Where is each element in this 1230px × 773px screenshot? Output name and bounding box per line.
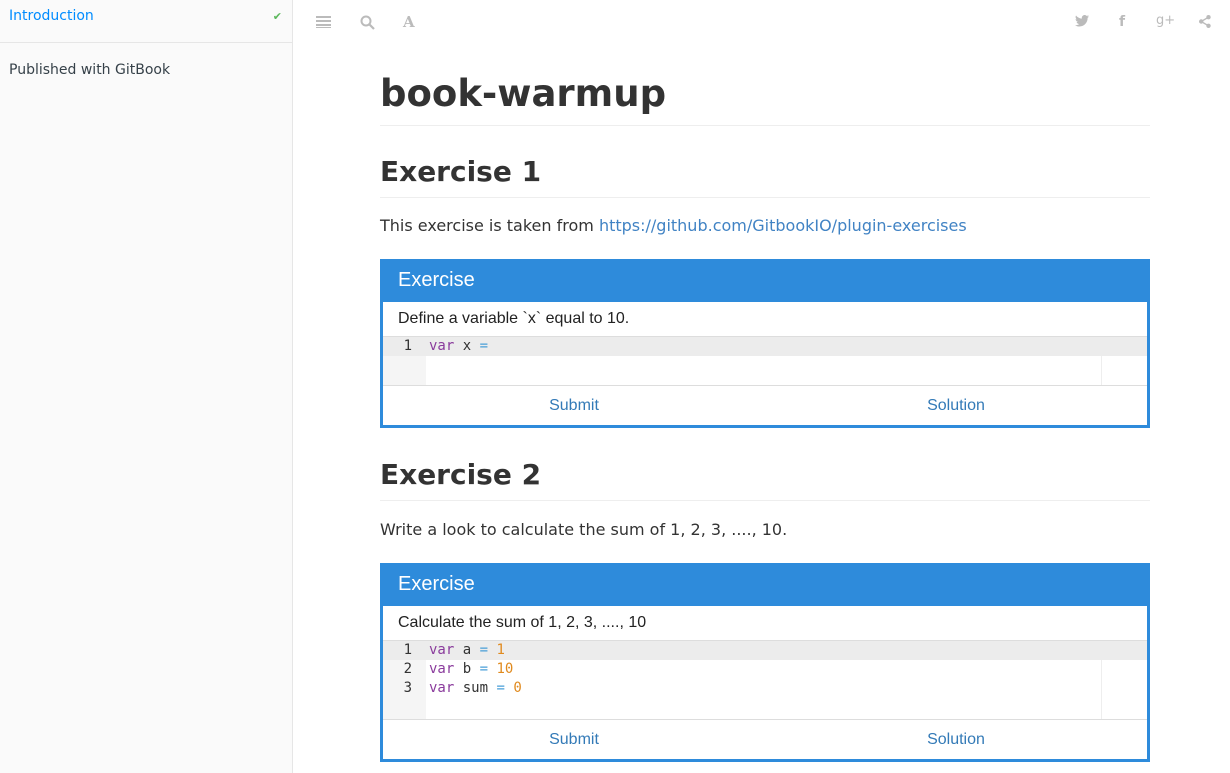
google-plus-icon[interactable]: g+: [1156, 13, 1175, 28]
page-title: book-warmup: [380, 72, 1150, 126]
published-with-gitbook-link[interactable]: Published with GitBook: [9, 62, 170, 78]
search-icon[interactable]: [360, 15, 375, 30]
code-text[interactable]: var sum = 0: [429, 679, 522, 698]
font-settings-icon[interactable]: A: [403, 13, 415, 31]
exercise-box: Exercise Calculate the sum of 1, 2, 3, .…: [380, 563, 1150, 762]
exercise-description: Calculate the sum of 1, 2, 3, ...., 10: [383, 606, 1147, 641]
code-line[interactable]: 1 var a = 1: [383, 641, 1147, 660]
line-number: 1: [403, 642, 412, 658]
exercise-header: Exercise: [383, 259, 1147, 302]
section-text: This exercise is taken from https://gith…: [380, 216, 967, 236]
menu-icon[interactable]: [316, 16, 331, 28]
twitter-icon[interactable]: [1075, 15, 1089, 27]
sidebar: Introduction ✔ Published with GitBook: [0, 0, 293, 773]
line-number: 1: [403, 338, 412, 354]
code-editor[interactable]: 1 var x =: [383, 337, 1147, 385]
line-number: 3: [403, 680, 412, 696]
section-text: Write a look to calculate the sum of 1, …: [380, 520, 788, 539]
submit-button[interactable]: Submit: [383, 386, 765, 425]
code-editor[interactable]: 1 var a = 1 2 var b = 10 3 var sum = 0: [383, 641, 1147, 719]
exercise-header: Exercise: [383, 563, 1147, 606]
exercise-actions: Submit Solution: [383, 385, 1147, 425]
solution-button[interactable]: Solution: [765, 386, 1147, 425]
sidebar-item-label[interactable]: Introduction: [9, 8, 94, 24]
submit-button[interactable]: Submit: [383, 720, 765, 759]
solution-button[interactable]: Solution: [765, 720, 1147, 759]
share-icon[interactable]: [1199, 15, 1211, 28]
check-icon: ✔: [272, 10, 282, 23]
code-line[interactable]: 3 var sum = 0: [383, 679, 1147, 698]
code-line[interactable]: 1 var x =: [383, 337, 1147, 356]
facebook-icon[interactable]: f: [1119, 14, 1125, 30]
code-text[interactable]: var a = 1: [429, 641, 505, 660]
code-text[interactable]: var x =: [429, 337, 488, 356]
section-heading-exercise-2: Exercise 2: [380, 458, 1150, 501]
code-text[interactable]: var b = 10: [429, 660, 513, 679]
code-line[interactable]: 2 var b = 10: [383, 660, 1147, 679]
exercise-box: Exercise Define a variable `x` equal to …: [380, 259, 1150, 428]
section-heading-exercise-1: Exercise 1: [380, 155, 1150, 198]
exercise-description: Define a variable `x` equal to 10.: [383, 302, 1147, 337]
section-text-content: This exercise is taken from: [380, 216, 599, 235]
line-number: 2: [403, 661, 412, 677]
plugin-exercises-link[interactable]: https://github.com/GitbookIO/plugin-exer…: [599, 216, 967, 235]
sidebar-item-introduction[interactable]: Introduction ✔: [0, 0, 292, 43]
exercise-actions: Submit Solution: [383, 719, 1147, 759]
